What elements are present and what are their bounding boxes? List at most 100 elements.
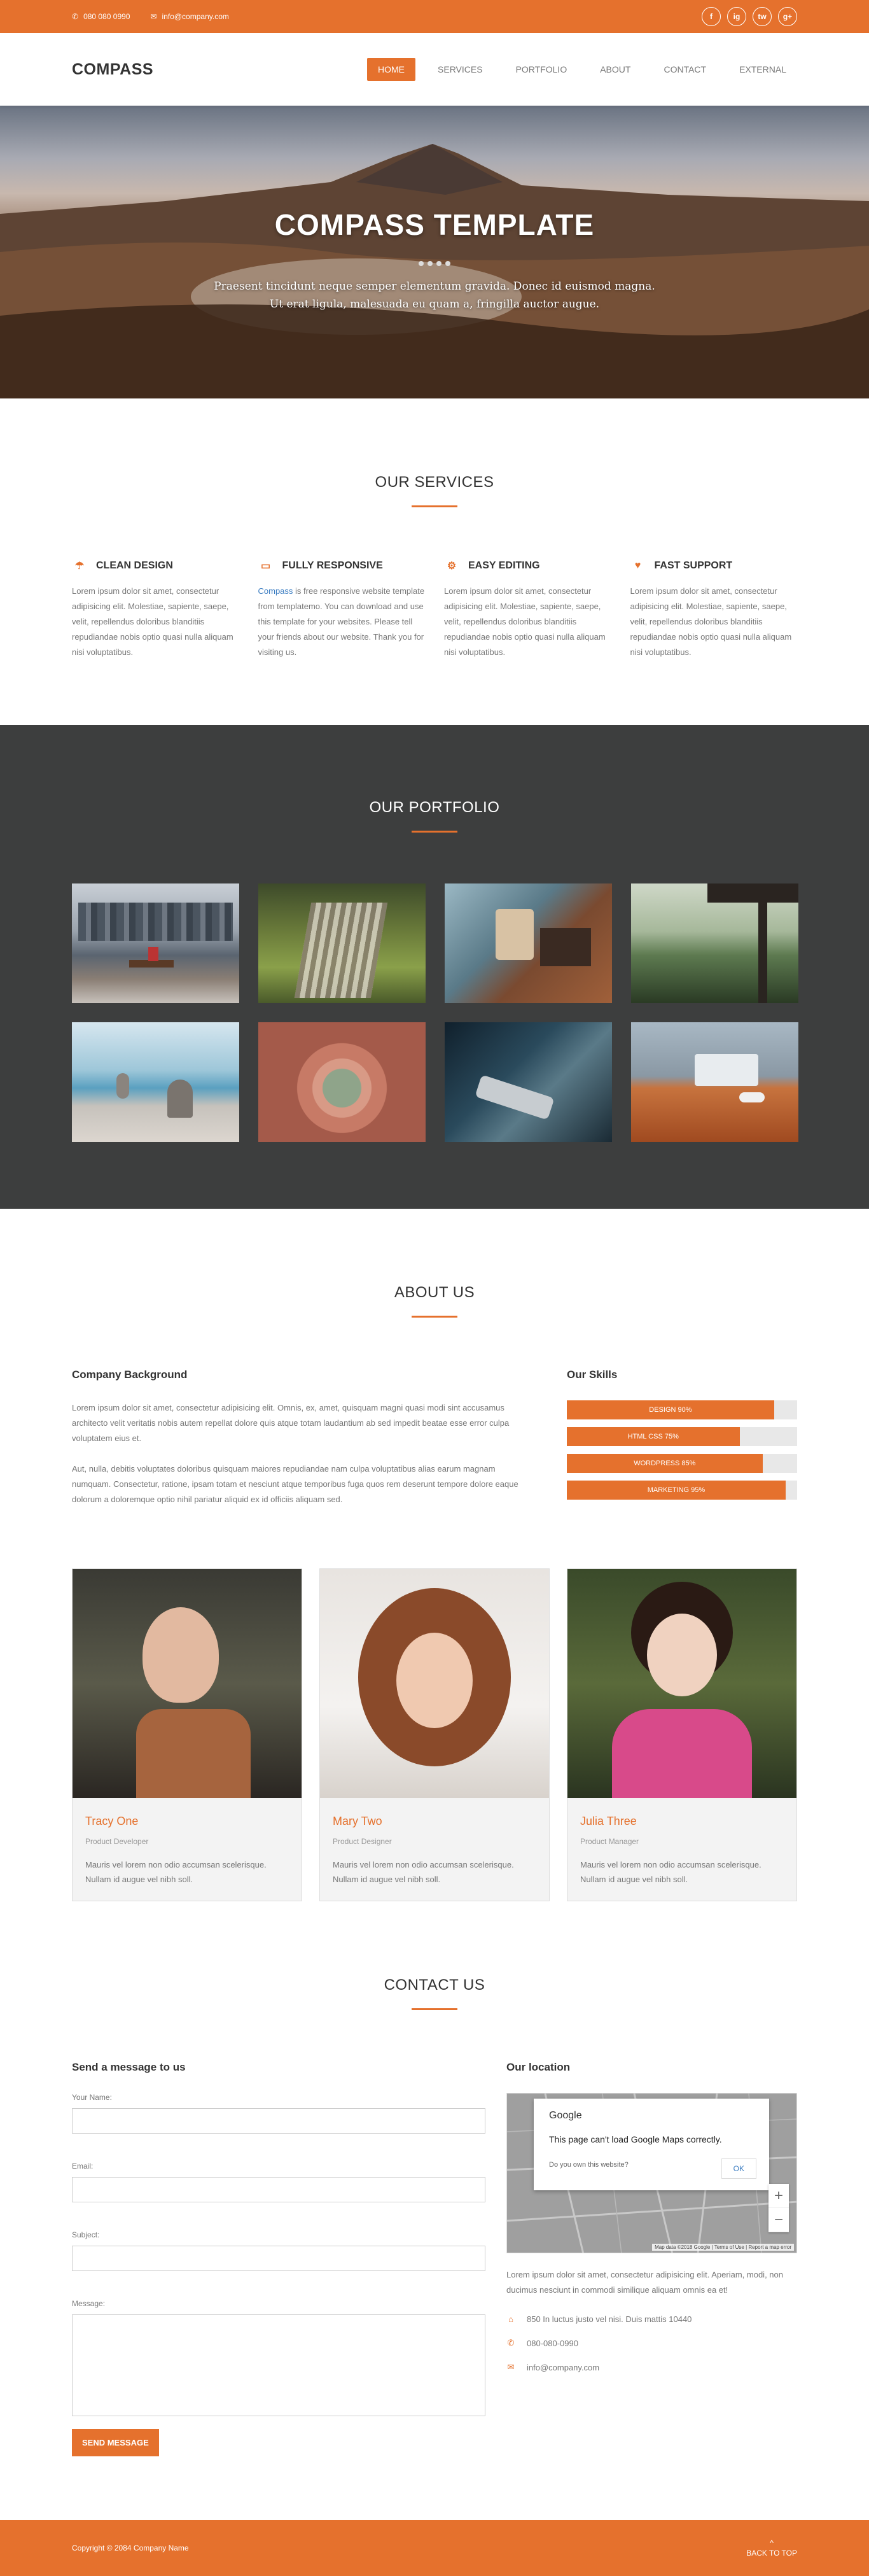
message-label: Message: <box>72 2299 106 2308</box>
team-card: Tracy One Product Developer Mauris vel l… <box>72 1568 302 1901</box>
member-description: Mauris vel lorem non odio accumsan scele… <box>85 1860 267 1884</box>
twitter-icon[interactable]: tw <box>753 7 772 26</box>
about-paragraph-1: Lorem ipsum dolor sit amet, consectetur … <box>72 1403 510 1443</box>
site-logo[interactable]: COMPASS <box>72 60 153 79</box>
contact-title: CONTACT US <box>384 1976 485 1994</box>
map-zoom-controls: + − <box>768 2184 789 2232</box>
arrow-up-icon: ^ <box>770 2538 774 2547</box>
portfolio-title: OUR PORTFOLIO <box>369 799 500 816</box>
slider-dot[interactable] <box>436 261 441 266</box>
zoom-in-icon[interactable]: + <box>768 2184 789 2208</box>
phone-icon: ✆ <box>72 12 79 21</box>
team-card: Julia Three Product Manager Mauris vel l… <box>567 1568 797 1901</box>
team-members: Tracy One Product Developer Mauris vel l… <box>72 1568 797 1901</box>
phone-text: 080-080-0990 <box>527 2338 578 2348</box>
email-input[interactable] <box>72 2177 485 2202</box>
skill-fill: MARKETING 95% <box>567 1481 786 1500</box>
email-text[interactable]: info@company.com <box>162 12 229 21</box>
company-background-title: Company Background <box>72 1369 188 1381</box>
name-input[interactable] <box>72 2108 485 2134</box>
title-underline <box>412 2008 457 2010</box>
skill-bar: HTML CSS 75% <box>567 1427 797 1446</box>
instagram-icon[interactable]: ig <box>727 7 746 26</box>
slider-dots <box>0 261 869 266</box>
member-description: Mauris vel lorem non odio accumsan scele… <box>580 1860 761 1884</box>
monitor-icon: ▭ <box>260 561 271 572</box>
portfolio-section: OUR PORTFOLIO <box>0 725 869 1209</box>
service-title: CLEAN DESIGN <box>96 560 173 571</box>
send-message-button[interactable]: SEND MESSAGE <box>72 2429 159 2456</box>
service-title: FULLY RESPONSIVE <box>282 560 383 571</box>
map-error-dialog: Google This page can't load Google Maps … <box>534 2099 769 2190</box>
member-name: Mary Two <box>333 1815 382 1827</box>
address-item: ⌂ 850 In luctus justo vel nisi. Duis matt… <box>506 2314 797 2324</box>
top-bar: ✆ 080 080 0990 ✉ info@company.com f ig t… <box>0 0 869 33</box>
member-role: Product Designer <box>333 1837 392 1846</box>
back-to-top-label[interactable]: BACK TO TOP <box>746 2548 797 2558</box>
email-text[interactable]: info@company.com <box>527 2363 599 2372</box>
team-photo-mary <box>320 1569 549 1798</box>
copyright-text: Copyright © 2084 Company Name <box>72 2544 189 2552</box>
name-label: Your Name: <box>72 2093 112 2102</box>
subject-input[interactable] <box>72 2246 485 2271</box>
location-title: Our location <box>506 2061 571 2073</box>
topbar-email[interactable]: ✉ info@company.com <box>150 12 228 21</box>
topbar-phone: ✆ 080 080 0990 <box>72 12 130 21</box>
map-error-text: This page can't load Google Maps correct… <box>549 2134 722 2144</box>
portfolio-image-wooden-walkway[interactable] <box>258 883 426 1003</box>
contact-section: CONTACT US Send a message to us Your Nam… <box>0 1901 869 2520</box>
umbrella-icon: ☂ <box>74 561 85 572</box>
nav-about[interactable]: ABOUT <box>589 58 641 81</box>
portfolio-image-pier-lake[interactable] <box>631 883 798 1003</box>
title-underline <box>412 831 457 833</box>
service-text: Lorem ipsum dolor sit amet, consectetur … <box>444 586 606 657</box>
title-underline <box>412 1316 457 1318</box>
nav-contact[interactable]: CONTACT <box>653 58 717 81</box>
portfolio-image-pelicans-dock[interactable] <box>72 1022 239 1142</box>
slider-dot[interactable] <box>419 261 424 266</box>
slider-dot[interactable] <box>428 261 433 266</box>
portfolio-image-cactus[interactable] <box>258 1022 426 1142</box>
compass-link[interactable]: Compass <box>258 586 293 596</box>
nav-services[interactable]: SERVICES <box>427 58 494 81</box>
service-text: Lorem ipsum dolor sit amet, consectetur … <box>630 586 792 657</box>
map-attribution: Map data ©2018 Google | Terms of Use | R… <box>652 2244 794 2251</box>
hero-title: COMPASS TEMPLATE <box>274 208 595 241</box>
facebook-icon[interactable]: f <box>702 7 721 26</box>
form-title: Send a message to us <box>72 2061 186 2073</box>
skill-bar: DESIGN 90% <box>567 1400 797 1419</box>
about-title: ABOUT US <box>394 1284 475 1301</box>
slider-dot[interactable] <box>445 261 450 266</box>
phone-item: ✆ 080-080-0990 <box>506 2338 797 2348</box>
member-role: Product Manager <box>580 1837 639 1846</box>
address-text: 850 In luctus justo vel nisi. Duis matti… <box>527 2314 692 2324</box>
google-map[interactable]: Google This page can't load Google Maps … <box>506 2093 797 2253</box>
google-plus-icon[interactable]: g+ <box>778 7 797 26</box>
map-ok-button[interactable]: OK <box>721 2158 756 2179</box>
back-to-top-link[interactable]: ^ BACK TO TOP <box>746 2538 797 2558</box>
portfolio-image-desk-laptop[interactable] <box>631 1022 798 1142</box>
service-text: Lorem ipsum dolor sit amet, consectetur … <box>72 586 233 657</box>
nav-external[interactable]: EXTERNAL <box>728 58 797 81</box>
team-card: Mary Two Product Designer Mauris vel lor… <box>319 1568 550 1901</box>
portfolio-image-city-bench[interactable] <box>72 883 239 1003</box>
phone-text: 080 080 0990 <box>83 12 130 21</box>
skills-title: Our Skills <box>567 1369 618 1381</box>
title-underline <box>412 505 457 507</box>
services-section: OUR SERVICES ☂ CLEAN DESIGN Lorem ipsum d… <box>0 398 869 725</box>
member-description: Mauris vel lorem non odio accumsan scele… <box>333 1860 514 1884</box>
zoom-out-icon[interactable]: − <box>768 2208 789 2232</box>
skill-bar: MARKETING 95% <box>567 1481 797 1500</box>
hero-line-1: Praesent tincidunt neque semper elementu… <box>214 280 655 293</box>
nav-portfolio[interactable]: PORTFOLIO <box>505 58 578 81</box>
member-name: Julia Three <box>580 1815 637 1827</box>
portfolio-image-phone[interactable] <box>445 1022 612 1142</box>
skill-fill: WORDPRESS 85% <box>567 1454 763 1473</box>
message-textarea[interactable] <box>72 2314 485 2416</box>
email-item[interactable]: ✉ info@company.com <box>506 2362 797 2372</box>
service-item: ♥ FAST SUPPORT Lorem ipsum dolor sit amet… <box>630 558 798 660</box>
main-nav: HOME SERVICES PORTFOLIO ABOUT CONTACT EX… <box>367 58 797 81</box>
portfolio-image-coffee-cookies[interactable] <box>445 883 612 1003</box>
email-label: Email: <box>72 2162 94 2171</box>
nav-home[interactable]: HOME <box>367 58 416 81</box>
